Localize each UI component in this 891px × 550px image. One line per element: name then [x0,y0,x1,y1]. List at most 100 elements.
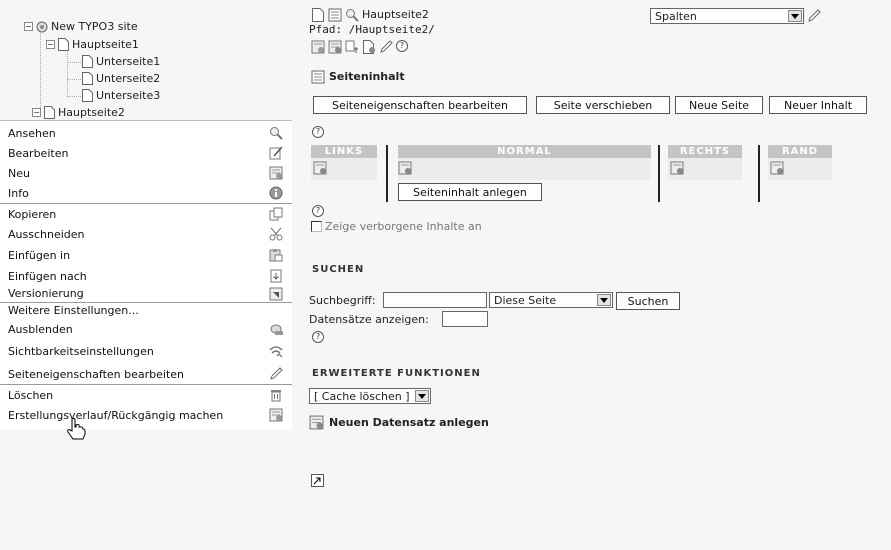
menu-item-verlauf[interactable]: Erstellungsverlauf/Rückgängig machen [0,405,292,425]
collapse-icon[interactable]: − [24,22,33,31]
versioning-icon [268,286,284,302]
new-record-icon[interactable] [311,40,325,54]
menu-item-label: Versionierung [8,287,84,300]
pencil-page-icon [268,145,284,161]
menu-item-label: Ausschneiden [8,227,85,241]
trash-icon [268,387,284,403]
tree-item-hauptseite1[interactable]: − Hauptseite1 [46,36,139,53]
context-menu: Ansehen Bearbeiten Neu Info Kopieren Aus… [0,120,292,430]
collapse-icon[interactable]: − [46,40,55,49]
menu-item-label: Info [8,186,29,200]
help-icon[interactable]: ? [312,126,324,138]
collapse-icon[interactable]: − [32,108,41,117]
help-icon[interactable]: ? [312,205,324,217]
tree-root[interactable]: − New TYPO3 site [24,18,138,35]
tree-item-unterseite3[interactable]: Unterseite3 [82,87,160,104]
page-title: Hauptseite2 [362,8,429,21]
menu-item-label: Neu [8,166,30,180]
menu-item-sichtbarkeit[interactable]: Sichtbarkeitseinstellungen [0,341,292,361]
column-body-normal [398,158,651,180]
menu-item-neu[interactable]: Neu [0,163,292,183]
new-page-button[interactable]: Neue Seite [675,96,763,114]
new-content-icon[interactable] [398,161,412,175]
tree-item-hauptseite2[interactable]: − Hauptseite2 [32,104,125,121]
menu-item-label: Weitere Einstellungen... [8,304,139,317]
content-page-icon [311,70,325,84]
page-icon [58,38,69,51]
menu-item-label: Einfügen in [8,248,71,262]
menu-item-loeschen[interactable]: Löschen [0,385,292,405]
menu-item-ansehen[interactable]: Ansehen [0,123,292,143]
tree-root-label: New TYPO3 site [51,20,138,33]
dropdown-arrow-icon [788,10,802,22]
menu-item-bearbeiten[interactable]: Bearbeiten [0,143,292,163]
new-content-icon[interactable] [670,161,684,175]
dropdown-arrow-icon [597,294,611,306]
help-icon[interactable]: ? [396,40,408,52]
move-page-button[interactable]: Seite verschieben [536,96,670,114]
magnifier-icon [268,125,284,141]
dropdown-arrow-icon [415,390,429,402]
tree-item-unterseite2[interactable]: Unterseite2 [82,70,160,87]
move-page-icon[interactable] [345,40,359,54]
page-tree-frame: − New TYPO3 site − Hauptseite1 Unterseit… [0,0,292,550]
hand-cursor-icon [67,418,86,440]
menu-item-label: Löschen [8,388,54,402]
menu-item-ausblenden[interactable]: Ausblenden [0,319,292,339]
search-button[interactable]: Suchen [616,292,680,310]
new-content-icon[interactable] [362,40,376,54]
edit-pencil-icon [268,366,284,382]
records-label: Datensätze anzeigen: [309,313,429,326]
menu-item-label: Seiteneigenschaften bearbeiten [8,367,184,381]
new-content-icon[interactable] [313,161,327,175]
view-select-value: Spalten [655,9,697,23]
menu-item-ausschneiden[interactable]: Ausschneiden [0,224,292,244]
edit-pencil-icon[interactable] [807,9,821,23]
globe-icon [36,21,48,32]
edit-pencil-icon[interactable] [379,40,393,54]
page-icon[interactable] [311,8,325,22]
cache-select[interactable]: [ Cache löschen ] [309,388,431,404]
tree-item-label: Unterseite1 [96,55,161,68]
copy-icon [268,206,284,222]
scissors-icon [268,226,284,242]
search-term-input[interactable] [383,292,487,308]
menu-item-einfuegen-in[interactable]: Einfügen in [0,245,292,265]
new-record-link[interactable]: Neuen Datensatz anlegen [309,415,489,430]
search-term-label: Suchbegriff: [309,294,376,307]
menu-item-weitere-einstellungen[interactable]: Weitere Einstellungen... [0,302,292,319]
open-new-window-icon[interactable] [311,474,324,487]
history-icon [268,407,284,423]
tree-item-label: Unterseite3 [96,89,161,102]
menu-item-seiteneigenschaften[interactable]: Seiteneigenschaften bearbeiten [0,364,292,384]
list-view-icon[interactable] [328,8,342,22]
paste-into-icon [268,247,284,263]
column-header-rand: RAND [768,145,832,158]
search-section-title: SUCHEN [312,264,365,275]
paste-after-icon [268,268,284,284]
create-content-button[interactable]: Seiteninhalt anlegen [398,183,542,201]
menu-item-versionierung[interactable]: Versionierung [0,285,292,302]
menu-item-einfuegen-nach[interactable]: Einfügen nach [0,266,292,286]
menu-item-kopieren[interactable]: Kopieren [0,204,292,224]
info-icon [268,185,284,201]
menu-item-info[interactable]: Info [0,183,292,203]
search-scope-select[interactable]: Diese Seite [489,292,613,308]
new-page-icon[interactable] [328,40,342,54]
content-frame: Hauptseite2 Pfad: /Hauptseite2/ Spalten … [292,0,891,550]
menu-item-label: Ausblenden [8,322,73,336]
visibility-icon [268,343,284,359]
page-path: Pfad: /Hauptseite2/ [309,23,435,36]
edit-page-properties-button[interactable]: Seiteneigenschaften bearbeiten [313,96,527,114]
tree-item-unterseite1[interactable]: Unterseite1 [82,53,160,70]
show-hidden-toggle[interactable]: Zeige verborgene Inhalte an [311,220,482,233]
magnifier-icon[interactable] [345,8,359,22]
records-input[interactable] [442,311,488,327]
new-content-icon[interactable] [770,161,784,175]
tree-item-label: Hauptseite1 [72,38,139,51]
show-hidden-checkbox[interactable] [311,221,322,232]
help-icon[interactable]: ? [312,331,324,343]
menu-item-label: Erstellungsverlauf/Rückgängig machen [8,408,224,422]
view-select[interactable]: Spalten [650,8,804,24]
new-content-button[interactable]: Neuer Inhalt [769,96,867,114]
